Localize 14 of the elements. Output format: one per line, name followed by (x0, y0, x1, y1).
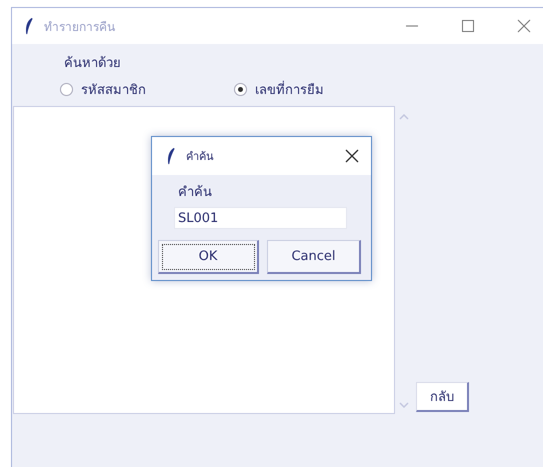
close-icon[interactable] (345, 149, 359, 163)
maximize-icon[interactable] (461, 19, 475, 33)
feather-icon (166, 147, 176, 165)
feather-icon (24, 17, 34, 35)
dialog-button[interactable]: Cancel (267, 240, 361, 274)
dialog-title: คำค้น (186, 149, 214, 165)
dialog-button[interactable]: OK (158, 240, 259, 274)
field-label: คำค้น (178, 184, 213, 202)
radio-option[interactable]: รหัสสมาชิก (60, 79, 146, 100)
radio-option[interactable]: เลขที่การยืม (234, 79, 324, 100)
search-by-label: ค้นหาด้วย (64, 55, 121, 73)
search-field[interactable]: SL001 (174, 207, 347, 229)
window-title: ทำรายการคืน (44, 18, 115, 36)
back-button[interactable]: กลับ (416, 382, 469, 412)
